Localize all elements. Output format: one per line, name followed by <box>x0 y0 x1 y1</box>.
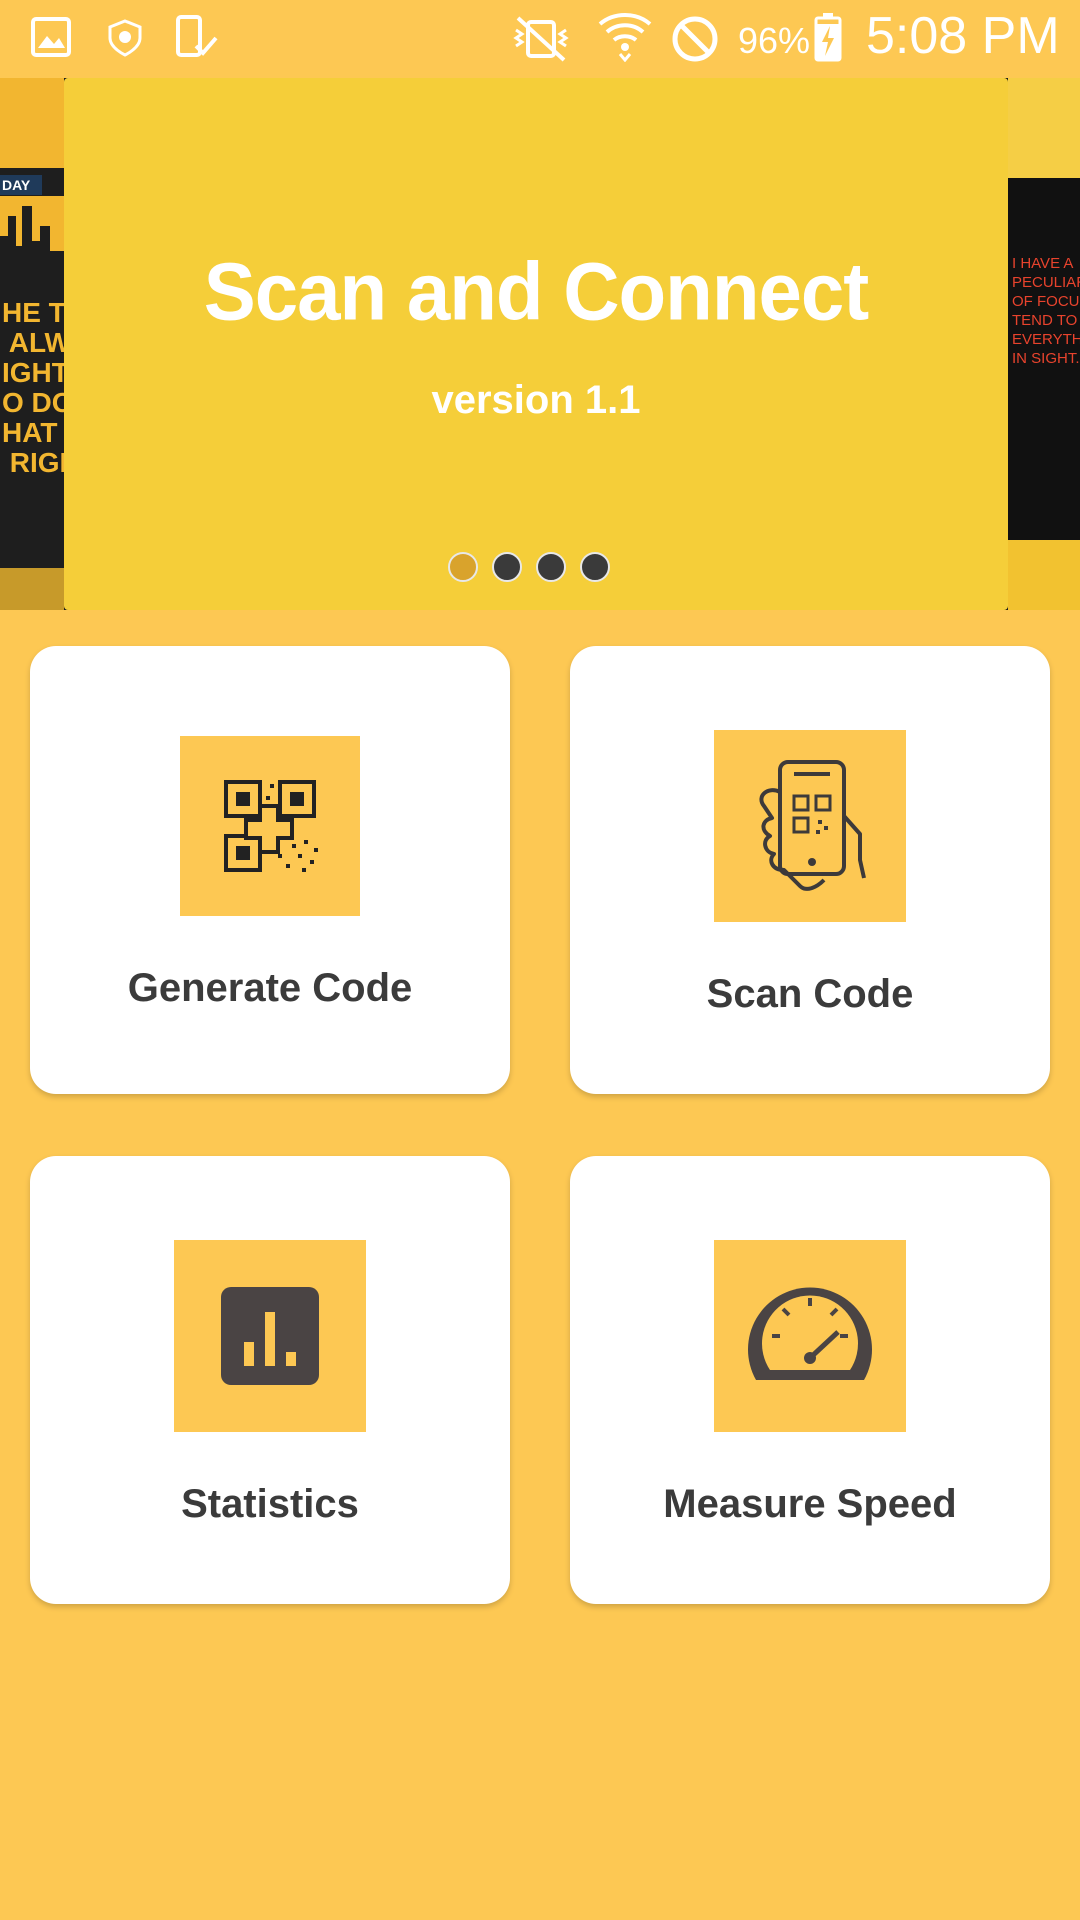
indicator-dot-active[interactable] <box>448 552 478 582</box>
skyline-image <box>0 196 64 276</box>
carousel-indicator <box>448 552 610 586</box>
device-check-icon <box>174 14 220 65</box>
speedometer-icon <box>714 1240 906 1432</box>
indicator-dot[interactable] <box>580 552 610 582</box>
slide-footer <box>0 568 64 610</box>
measure-speed-card[interactable]: Measure Speed <box>570 1156 1050 1604</box>
phone-scan-icon <box>714 730 906 922</box>
slide-tag: DAY <box>0 175 42 195</box>
vibrate-off-icon <box>512 14 570 67</box>
slide-footer <box>1008 540 1080 610</box>
qr-plus-icon <box>180 736 360 916</box>
do-not-disturb-icon <box>670 14 720 69</box>
banner-carousel[interactable]: DAY HE TIM ALWAY IGHT O DO HAT RIGHT I H… <box>0 78 1080 610</box>
indicator-dot[interactable] <box>492 552 522 582</box>
statistics-card[interactable]: Statistics <box>30 1156 510 1604</box>
battery-charging-icon <box>814 12 842 67</box>
clock: 5:08 PM <box>866 7 1060 65</box>
statistics-label: Statistics <box>181 1482 359 1526</box>
slide-quote: I HAVE A PECULIAR V OF FOCUS. TEND TO S … <box>1012 255 1080 367</box>
battery-percent: 96% <box>738 20 811 61</box>
bar-chart-icon <box>174 1240 366 1432</box>
current-slide[interactable]: Scan and Connect version 1.1 <box>64 78 1008 610</box>
slide-header <box>1008 78 1080 178</box>
next-slide-peek[interactable]: I HAVE A PECULIAR V OF FOCUS. TEND TO S … <box>1008 78 1080 610</box>
status-bar: 96% 5:08 PM <box>0 0 1080 78</box>
scan-code-label: Scan Code <box>706 972 914 1016</box>
image-notification-icon <box>30 16 72 63</box>
scan-code-card[interactable]: Scan Code <box>570 646 1050 1094</box>
app-version: version 1.1 <box>431 378 641 422</box>
slide-stripe <box>0 78 64 168</box>
slide-quote: HE TIM ALWAY IGHT O DO HAT RIGHT <box>2 297 64 478</box>
generate-code-card[interactable]: Generate Code <box>30 646 510 1094</box>
shield-icon <box>106 18 144 63</box>
measure-speed-label: Measure Speed <box>663 1482 957 1526</box>
wifi-icon <box>596 10 654 67</box>
indicator-dot[interactable] <box>536 552 566 582</box>
app-title: Scan and Connect <box>203 244 869 338</box>
generate-code-label: Generate Code <box>127 966 413 1010</box>
previous-slide-peek[interactable]: DAY HE TIM ALWAY IGHT O DO HAT RIGHT <box>0 78 64 610</box>
